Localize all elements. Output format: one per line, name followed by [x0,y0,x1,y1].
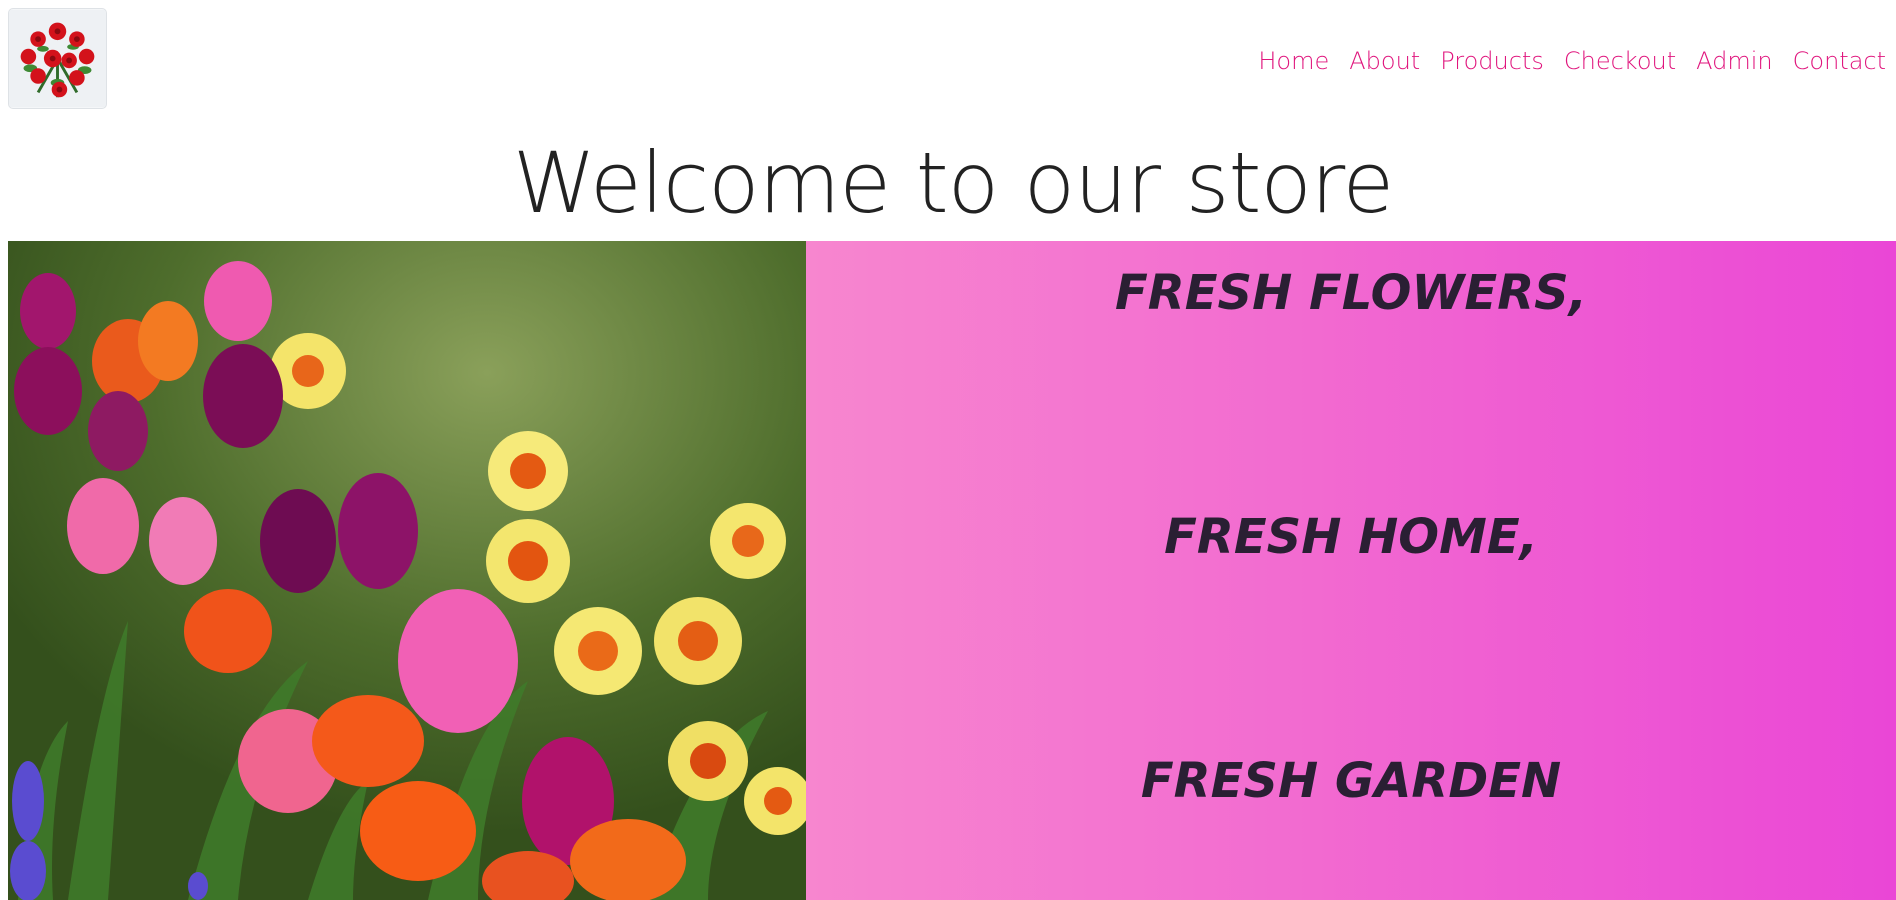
nav-about[interactable]: About [1339,44,1430,78]
main-nav: Home About Products Checkout Admin Conta… [1248,44,1896,78]
hero-section: FRESH FLOWERS, FRESH HOME, FRESH GARDEN [8,241,1896,900]
nav-admin[interactable]: Admin [1686,44,1783,78]
nav-products[interactable]: Products [1430,44,1554,78]
tagline-flowers: FRESH FLOWERS, [1115,265,1587,321]
hero-image [8,241,806,900]
navbar: Home About Products Checkout Admin Conta… [0,0,1896,118]
logo-link[interactable] [8,8,107,109]
nav-contact[interactable]: Contact [1783,44,1896,78]
nav-checkout[interactable]: Checkout [1554,44,1686,78]
tagline-home: FRESH HOME, [1164,509,1538,565]
rose-bouquet-icon [9,10,106,107]
tagline-garden: FRESH GARDEN [1140,753,1562,809]
tulip-garden-photo [8,241,806,900]
hero-tagline-panel: FRESH FLOWERS, FRESH HOME, FRESH GARDEN [806,241,1896,900]
page-title: Welcome to our store [512,134,1394,232]
nav-home[interactable]: Home [1248,44,1339,78]
